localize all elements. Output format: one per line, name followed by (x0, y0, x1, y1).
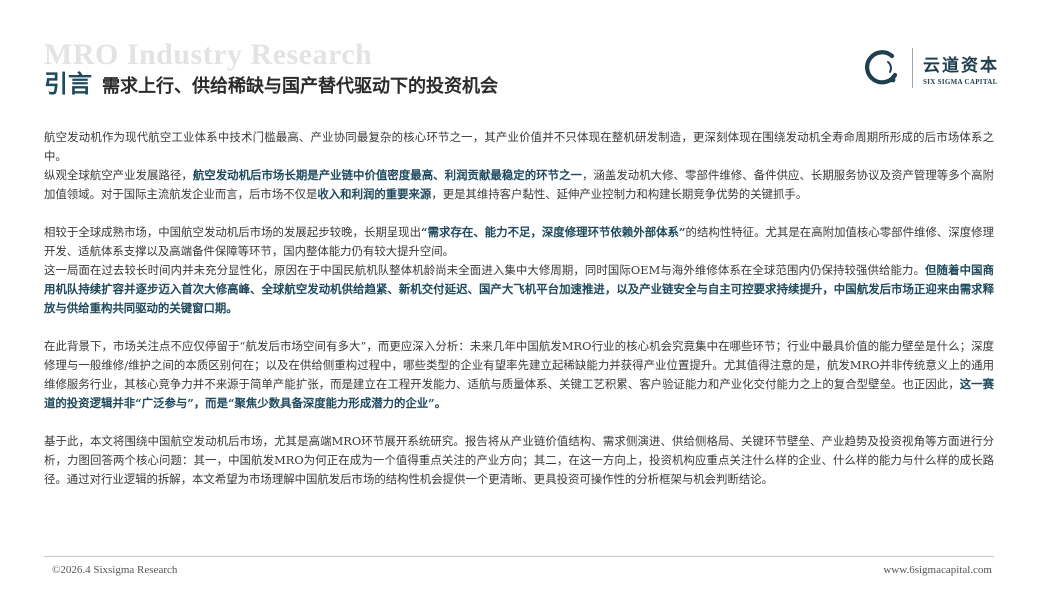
circular-swirl-icon (865, 50, 898, 85)
paragraph-text: 航空发动机作为现代航空工业体系中技术门槛最高、产业协同最复杂的核心环节之一，其产… (44, 130, 994, 163)
body-text: 航空发动机作为现代航空工业体系中技术门槛最高、产业协同最复杂的核心环节之一，其产… (44, 128, 994, 489)
company-logo: 云道资本 SIX SIGMA CAPITAL (862, 46, 999, 90)
paragraph-text: 相较于全球成熟市场，中国航空发动机后市场的发展起步较晚，长期呈现出 (44, 225, 422, 239)
paragraph-text: ，更是其维持客户黏性、延伸产业控制力和构建长期竞争优势的关键抓手。 (431, 187, 808, 201)
logo-chinese-name: 云道资本 (923, 55, 999, 76)
footer-website: www.6sigmacapital.com (883, 564, 992, 576)
highlighted-text: 收入和利润的重要来源 (317, 187, 432, 201)
body-paragraph: 基于此，本文将围绕中国航空发动机后市场，尤其是高端MRO环节展开系统研究。报告将… (44, 432, 994, 489)
paragraph-text: 基于此，本文将围绕中国航空发动机后市场，尤其是高端MRO环节展开系统研究。报告将… (44, 434, 994, 486)
body-paragraph: 纵观全球航空产业发展路径，航空发动机后市场长期是产业链中价值密度最高、利润贡献最… (44, 166, 994, 204)
page-title: 需求上行、供给稀缺与国产替代驱动下的投资机会 (102, 76, 498, 97)
logo-english-name: SIX SIGMA CAPITAL (923, 77, 998, 86)
paragraph-text: 在此背景下，市场关注点不应仅停留于“航发后市场空间有多大”，而更应深入分析：未来… (44, 339, 994, 391)
paragraph-text: 纵观全球航空产业发展路径， (44, 168, 193, 182)
body-paragraph: 航空发动机作为现代航空工业体系中技术门槛最高、产业协同最复杂的核心环节之一，其产… (44, 128, 994, 166)
logo-text: 云道资本 SIX SIGMA CAPITAL (923, 51, 999, 86)
page-heading: 引言 需求上行、供给稀缺与国产替代驱动下的投资机会 (44, 64, 498, 99)
body-paragraph: 在此背景下，市场关注点不应仅停留于“航发后市场空间有多大”，而更应深入分析：未来… (44, 337, 994, 413)
slide: MRO Industry Research 引言 需求上行、供给稀缺与国产替代驱… (0, 0, 1044, 594)
heading-tag: 引言 (44, 69, 92, 98)
footer-copyright: ©2026.4 Sixsigma Research (52, 564, 178, 576)
highlighted-text: “需求存在、能力不足，深度修理环节依赖外部体系” (421, 225, 686, 239)
footer-divider (44, 556, 994, 557)
paragraph-text: 这一局面在过去较长时间内并未充分显性化，原因在于中国民航机队整体机龄尚未全面进入… (44, 263, 926, 277)
body-paragraph: 相较于全球成熟市场，中国航空发动机后市场的发展起步较晚，长期呈现出“需求存在、能… (44, 223, 994, 261)
logo-divider (912, 48, 913, 88)
body-paragraph: 这一局面在过去较长时间内并未充分显性化，原因在于中国民航机队整体机龄尚未全面进入… (44, 261, 994, 318)
highlighted-text: 航空发动机后市场长期是产业链中价值密度最高、利润贡献最稳定的环节之一 (192, 168, 582, 182)
